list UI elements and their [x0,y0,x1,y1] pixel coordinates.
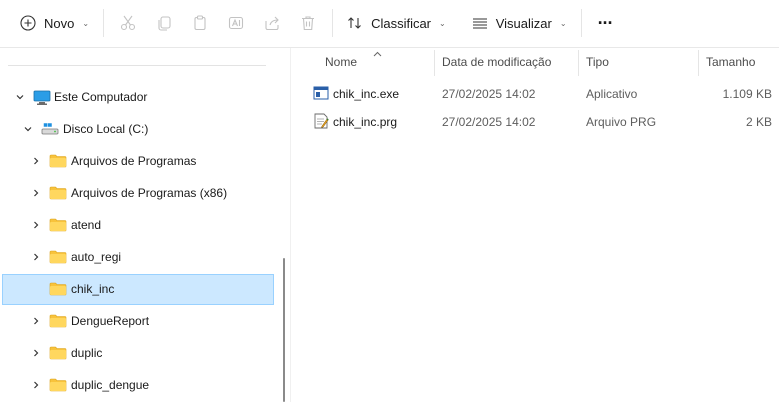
file-name: chik_inc.exe [333,87,400,101]
folder-icon [49,314,67,328]
tree-item-folder[interactable]: Arquivos de Programas (x86) [2,178,274,209]
tree-item-label: duplic_dengue [71,378,150,392]
computer-icon [33,90,51,105]
chevron-down-icon: ⌄ [559,18,567,28]
rename-button[interactable] [218,7,254,39]
file-type: Aplicativo [586,87,638,101]
file-size: 1.109 KB [722,87,772,101]
chevron-right-icon[interactable] [28,377,44,393]
more-options-button[interactable]: ··· [588,7,623,39]
cut-button[interactable] [110,7,146,39]
tree-item-label: Arquivos de Programas [71,154,197,168]
sort-button[interactable]: Classificar ⌄ [339,7,454,39]
share-button[interactable] [254,7,290,39]
chevron-right-icon[interactable] [28,249,44,265]
tree-item-label: auto_regi [71,250,122,264]
file-row[interactable]: chik_inc.exe 27/02/2025 14:02 Aplicativo… [307,81,777,107]
folder-icon [49,218,67,232]
toolbar-separator [103,9,105,37]
tree-item-folder[interactable]: auto_regi [2,242,274,273]
file-row[interactable]: chik_inc.prg 27/02/2025 14:02 Arquivo PR… [307,109,777,135]
command-bar: Novo ⌄ Classificar ⌄ Visualizar ⌄ ··· [0,0,779,46]
rename-icon [229,16,244,30]
view-lines-icon [472,15,488,31]
trash-icon [302,16,315,31]
view-button[interactable]: Visualizar ⌄ [464,7,575,39]
file-name: chik_inc.prg [333,115,398,129]
sort-ascending-icon [373,49,382,59]
clipboard-icon [194,15,206,31]
chevron-right-icon[interactable] [28,345,44,361]
file-modified: 27/02/2025 14:02 [442,87,536,101]
chevron-right-icon[interactable] [28,313,44,329]
scissors-icon [121,15,136,31]
paste-button[interactable] [182,7,218,39]
chevron-right-icon[interactable] [28,217,44,233]
tree-item-folder[interactable]: duplic [2,338,274,369]
tree-item-label: DengueReport [71,314,150,328]
file-size: 2 KB [745,115,772,129]
tree-item-this-pc[interactable]: Este Computador [2,82,274,113]
column-divider[interactable] [698,50,699,76]
new-button-label: Novo [44,15,75,31]
sort-button-label: Classificar [371,15,432,31]
folder-icon [49,186,67,200]
chevron-down-icon[interactable] [20,121,36,137]
chevron-down-icon[interactable] [12,89,28,105]
column-header-modified[interactable]: Data de modificação [442,48,551,76]
copy-button[interactable] [146,7,182,39]
tree-item-label: chik_inc [71,282,115,296]
exe-app-icon [313,85,329,101]
navigation-pane: Este Computador Disco Local (C:) Arquivo… [0,48,280,402]
chevron-down-icon: ⌄ [82,18,90,28]
column-divider[interactable] [578,50,579,76]
tree-item-label: Disco Local (C:) [63,122,149,136]
file-list: Nome Data de modificação Tipo Tamanho ch… [291,48,779,402]
chevron-right-icon[interactable] [28,185,44,201]
prg-file-icon [313,113,329,129]
nav-divider [8,65,266,66]
column-header-name[interactable]: Nome [325,48,357,76]
tree-item-label: Arquivos de Programas (x86) [71,186,228,200]
tree-item-local-disk[interactable]: Disco Local (C:) [2,114,274,145]
plus-circle-icon [20,15,36,31]
tree-item-folder[interactable]: DengueReport [2,306,274,337]
sort-arrows-icon [347,15,363,31]
folder-icon [49,346,67,360]
nav-scrollbar-thumb[interactable] [283,258,285,402]
tree-item-label: atend [71,218,102,232]
column-header-type[interactable]: Tipo [586,48,609,76]
tree-item-folder[interactable]: Arquivos de Programas [2,146,274,177]
view-button-label: Visualizar [495,15,552,31]
toolbar-separator [580,9,582,37]
folder-icon [49,154,67,168]
chevron-down-icon: ⌄ [439,18,446,28]
chevron-right-icon[interactable] [28,153,44,169]
more-dots-icon: ··· [597,12,614,33]
copy-icon [158,16,171,31]
file-type: Arquivo PRG [586,115,657,129]
new-button[interactable]: Novo ⌄ [12,7,97,39]
tree-item-folder-selected[interactable]: chik_inc [2,274,274,305]
file-modified: 27/02/2025 14:02 [442,115,536,129]
share-icon [265,16,279,31]
tree-item-folder[interactable]: atend [2,210,274,241]
tree-item-folder[interactable]: duplic_dengue [2,370,274,401]
folder-icon [49,378,67,392]
folder-icon [49,282,67,296]
tree-item-label: Este Computador [54,90,148,104]
delete-button[interactable] [290,7,326,39]
column-header-size[interactable]: Tamanho [706,48,755,76]
drive-icon [41,122,59,136]
tree-item-label: duplic [71,346,103,360]
column-divider[interactable] [434,50,435,76]
toolbar-separator [332,9,334,37]
folder-icon [49,250,67,264]
